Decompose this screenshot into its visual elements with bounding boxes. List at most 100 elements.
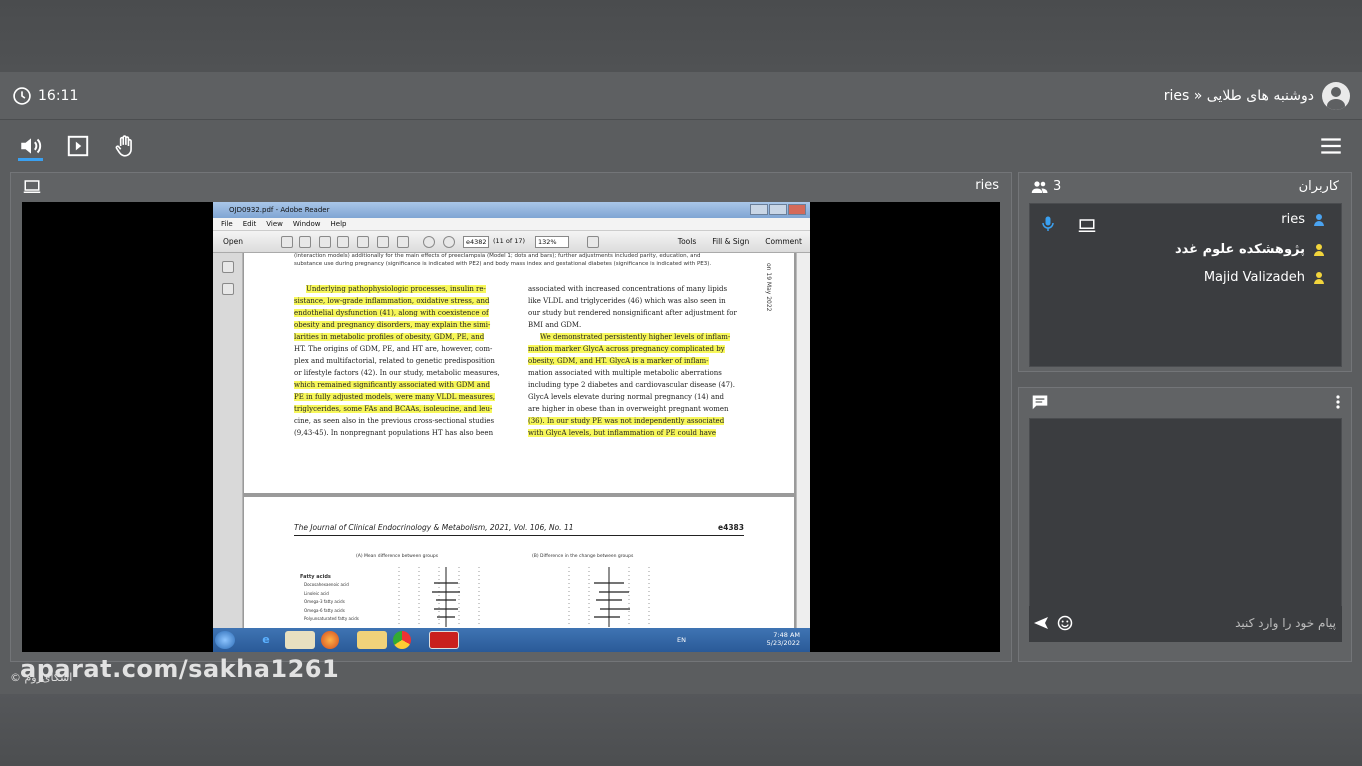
figure-row: Omega-3 fatty acids [304, 599, 345, 604]
print-icon[interactable] [377, 236, 389, 248]
users-title: کاربران [1298, 179, 1339, 194]
language-indicator[interactable]: EN [677, 636, 686, 644]
pdf-page: (interaction models) additionally for th… [244, 253, 794, 493]
fit-page-icon[interactable] [587, 236, 599, 248]
vertical-scrollbar[interactable] [796, 253, 810, 628]
figure-group-label: Fatty acids [300, 574, 331, 580]
menu-edit[interactable]: Edit [243, 218, 257, 230]
system-time: 7:48 AM [773, 631, 800, 639]
page-down-icon[interactable] [443, 236, 455, 248]
bottom-band [0, 694, 1362, 766]
zoom-select[interactable]: 132% [535, 236, 569, 248]
user-row[interactable]: پژوهشکده علوم غدد [1175, 242, 1325, 257]
tools-button[interactable]: Tools [678, 237, 696, 246]
user-icon [1313, 271, 1325, 284]
explorer-icon[interactable] [357, 631, 387, 649]
figure-row-labels: Docosahexaenoic acid Linoleic acid Omega… [304, 581, 359, 624]
export-icon[interactable] [299, 236, 311, 248]
users-panel: 3 کاربران ries پژوهشکده علوم غدد Majid V… [1018, 172, 1352, 372]
chat-input[interactable]: پیام خود را وارد کنید [1029, 606, 1342, 642]
screen-share-user-icon[interactable] [1078, 218, 1096, 237]
figure-caption-1: (interaction models) additionally for th… [294, 253, 701, 259]
chat-panel: پیام خود را وارد کنید [1018, 387, 1352, 662]
user-row[interactable]: Majid Valizadeh [1204, 270, 1325, 285]
maximize-button[interactable] [769, 204, 787, 215]
page-up-icon[interactable] [423, 236, 435, 248]
email-icon[interactable] [397, 236, 409, 248]
figure-row: Docosahexaenoic acid [304, 582, 349, 587]
text-line: (9,43-45). In nonpregnant populations HT… [294, 429, 494, 437]
figure-b-title: (B) Difference in the change between gro… [532, 554, 634, 559]
start-button-icon[interactable] [215, 631, 235, 649]
clock-icon [13, 87, 31, 105]
skyroom-app: 16:11 ries » دوشنبه های طلایی ries OJD09… [0, 72, 1362, 694]
text-line: or lifestyle factors (42). In our study,… [294, 369, 500, 377]
create-pdf-icon[interactable] [281, 236, 293, 248]
firefox-icon[interactable] [321, 631, 339, 649]
raise-hand-icon[interactable] [112, 133, 138, 159]
user-avatar-icon[interactable] [1322, 82, 1350, 110]
chat-icon [1031, 394, 1049, 414]
user-name: ries [1281, 212, 1305, 227]
text-line: triglycerides, some FAs and BCAAs, isole… [294, 405, 493, 413]
header-bar: 16:11 ries » دوشنبه های طلایی [0, 72, 1362, 120]
window-buttons [750, 204, 806, 215]
active-tab-indicator [18, 158, 43, 161]
page-number-input[interactable]: e4382 [463, 236, 489, 248]
presentation-icon[interactable] [65, 133, 91, 159]
room-info[interactable]: ries » دوشنبه های طلایی [1164, 82, 1350, 110]
top-band [0, 0, 1362, 72]
microphone-icon[interactable] [1042, 216, 1054, 236]
reader-menu-bar: File Edit View Window Help [213, 218, 810, 231]
menu-window[interactable]: Window [293, 218, 321, 230]
send-icon[interactable] [1033, 616, 1049, 633]
forest-plot [398, 567, 650, 627]
user-row[interactable]: ries [1281, 212, 1325, 227]
media-player-icon[interactable] [285, 631, 315, 649]
cloud-icon[interactable] [337, 236, 349, 248]
text-line: (36). In our study PE was not independen… [528, 417, 725, 425]
clock: 16:11 [12, 86, 78, 106]
chat-more-icon[interactable] [1335, 394, 1341, 414]
close-button[interactable] [788, 204, 806, 215]
text-line: We demonstrated persistently higher leve… [540, 333, 731, 341]
text-line: associated with increased concentrations… [528, 285, 728, 293]
room-title: ries » دوشنبه های طلایی [1163, 88, 1314, 104]
comment-button[interactable]: Comment [765, 237, 802, 246]
figure-row: Polyunsaturated fatty acids [304, 616, 359, 621]
menu-help[interactable]: Help [331, 218, 347, 230]
monitor-icon [23, 179, 41, 199]
page-count: (11 of 17) [493, 237, 526, 245]
attachments-icon[interactable] [222, 283, 234, 295]
text-line: HT. The origins of GDM, PE, and HT are, … [294, 345, 493, 353]
open-button[interactable]: Open [223, 237, 243, 246]
text-line: obesity and pregnancy disorders, may exp… [294, 321, 491, 329]
text-line: GlycA levels elevate during normal pregn… [528, 393, 724, 401]
emoji-icon[interactable] [1057, 615, 1073, 634]
text-line: endothelial dysfunction (41), along with… [294, 309, 489, 317]
menu-icon[interactable] [1318, 133, 1344, 159]
header-rule [294, 535, 744, 536]
text-line: are higher in obese than in overweight p… [528, 405, 729, 413]
menu-view[interactable]: View [266, 218, 283, 230]
text-line: BMI and GDM. [528, 321, 582, 329]
figure-row: Linoleic acid [304, 590, 329, 596]
chrome-icon[interactable] [393, 631, 411, 649]
text-line: which remained significantly associated … [294, 381, 490, 389]
adobe-reader-icon[interactable] [429, 631, 459, 649]
figure-a-title: (A) Mean difference between groups [356, 554, 439, 559]
text-line: obesity, GDM, and HT. GlycA is a marker … [528, 357, 709, 365]
text-line: including type 2 diabetes and cardiovasc… [528, 381, 736, 389]
text-line: plex and multifactorial, related to gene… [294, 357, 495, 365]
speaker-icon[interactable] [18, 133, 44, 159]
pages-icon[interactable] [222, 261, 234, 273]
edit-icon[interactable] [319, 236, 331, 248]
minimize-button[interactable] [750, 204, 768, 215]
menu-file[interactable]: File [221, 218, 233, 230]
system-clock[interactable]: 7:48 AM 5/23/2022 [767, 631, 800, 647]
fill-sign-button[interactable]: Fill & Sign [712, 237, 749, 246]
clock-time: 16:11 [38, 88, 79, 104]
text-line: Underlying pathophysiologic processes, i… [306, 285, 486, 293]
ie-icon[interactable]: e [251, 631, 281, 649]
save-icon[interactable] [357, 236, 369, 248]
